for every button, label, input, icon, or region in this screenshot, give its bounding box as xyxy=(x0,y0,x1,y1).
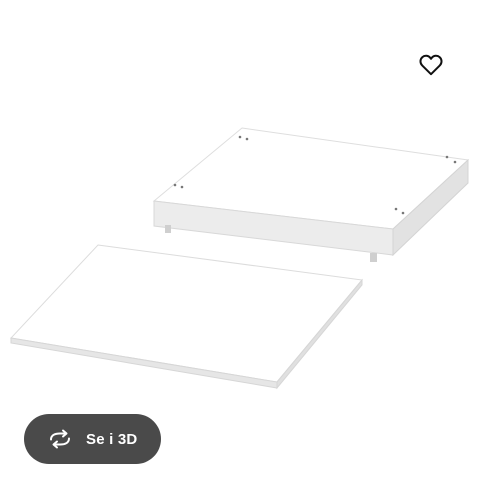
rotate-3d-icon xyxy=(46,428,74,450)
favorite-button[interactable] xyxy=(414,50,448,80)
view-in-3d-button[interactable]: Se i 3D xyxy=(24,414,161,464)
plinth-foot xyxy=(165,225,171,233)
view-in-3d-label: Se i 3D xyxy=(86,430,138,448)
plinth-foot xyxy=(370,253,377,262)
plinth-panel xyxy=(152,127,470,262)
product-image xyxy=(9,127,470,390)
top-panel xyxy=(9,244,363,390)
heart-outline-icon xyxy=(419,54,443,76)
